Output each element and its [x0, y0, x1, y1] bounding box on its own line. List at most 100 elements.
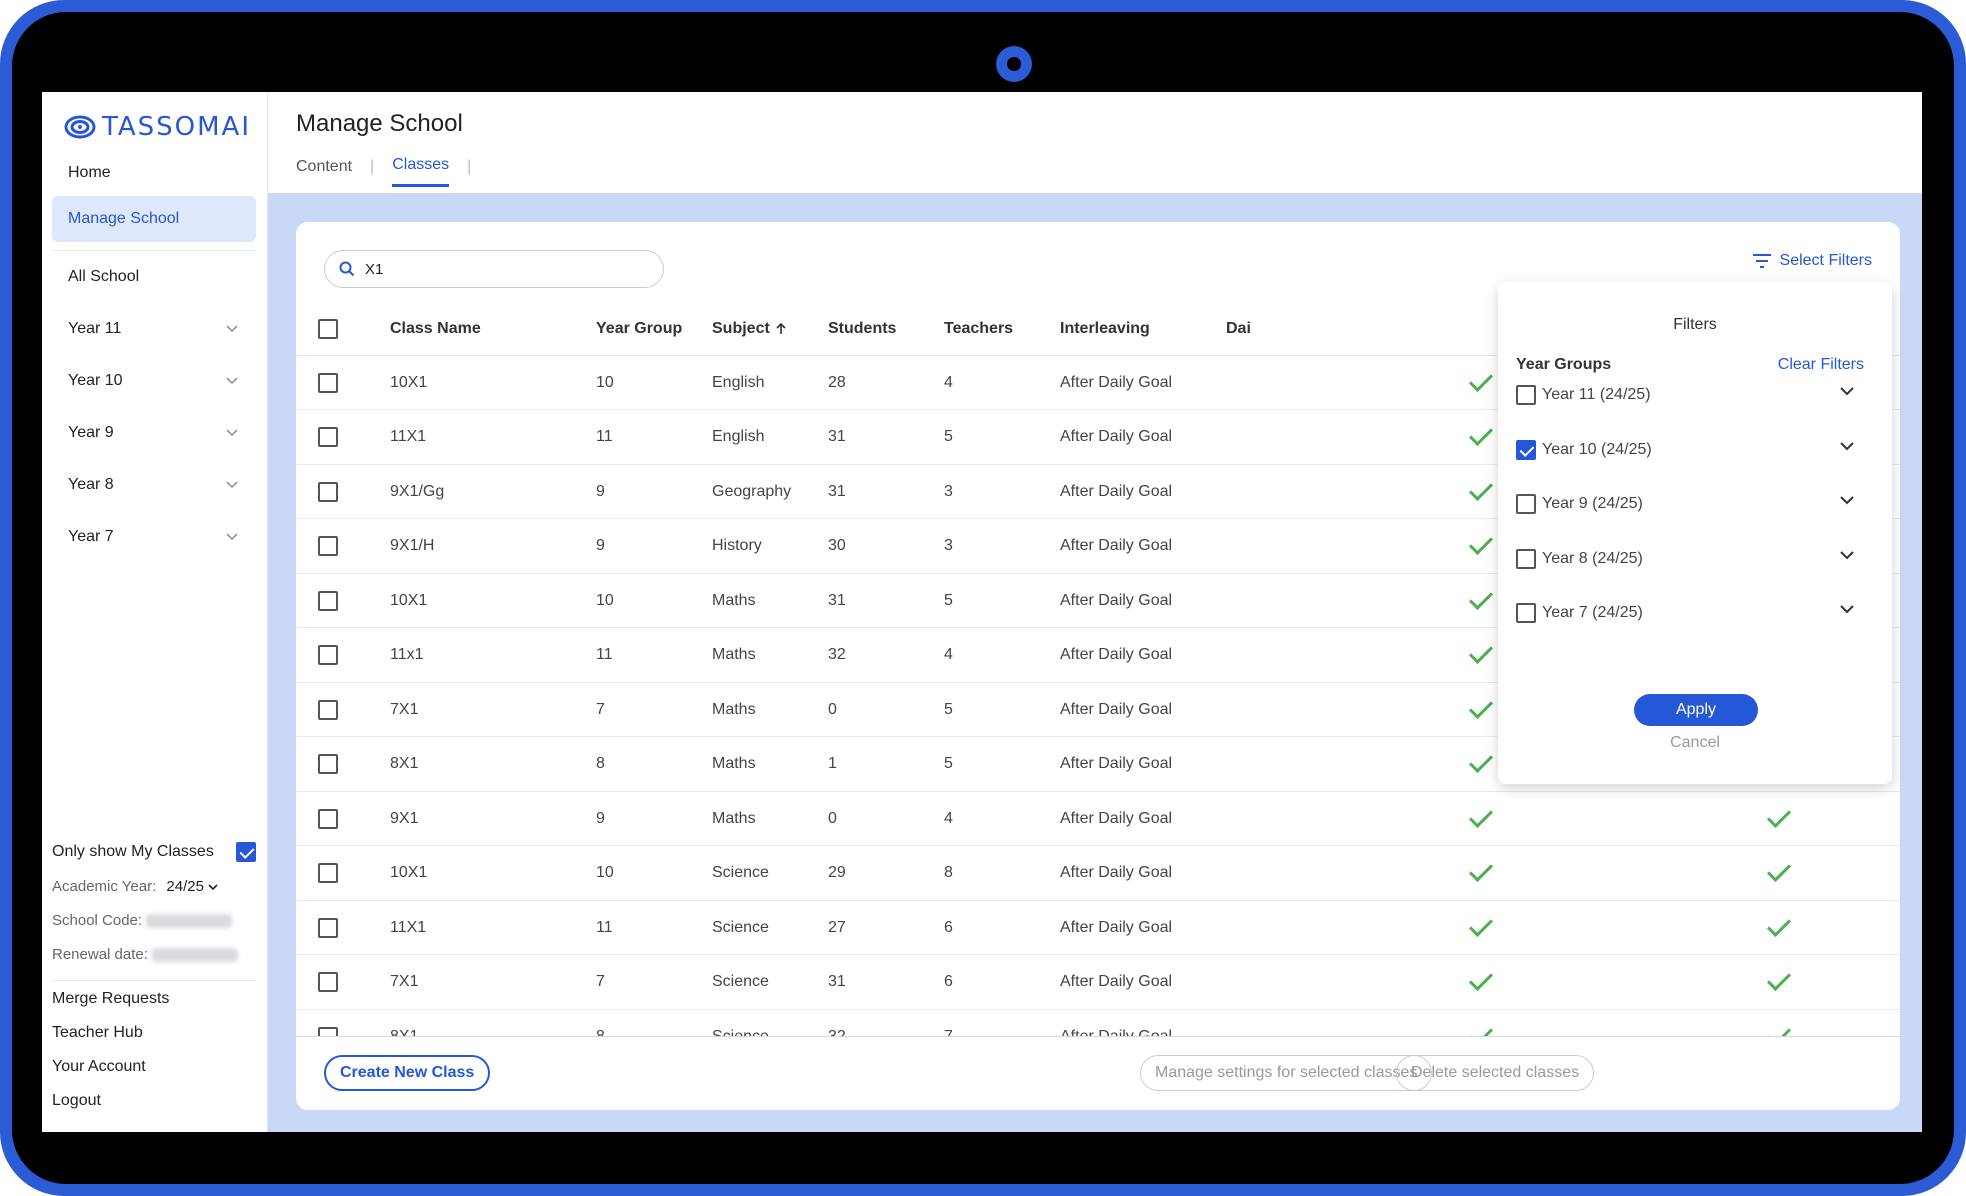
- table-row[interactable]: 8X1 8 Science 32 7 After Daily Goal: [296, 1010, 1900, 1036]
- cell-teachers: 4: [944, 646, 953, 663]
- cell-students: 32: [828, 1027, 846, 1037]
- apply-button[interactable]: Apply: [1634, 694, 1758, 726]
- nav-home[interactable]: Home: [52, 150, 256, 196]
- row-checkbox[interactable]: [318, 481, 338, 502]
- cell-name: 11X1: [390, 918, 427, 936]
- table-row[interactable]: 10X1 10 Science 29 8 After Daily Goal: [296, 847, 1900, 901]
- row-checkbox[interactable]: [318, 427, 338, 447]
- logo-icon: [64, 115, 96, 139]
- filter-year-item[interactable]: Year 8 (24/25): [1516, 544, 1872, 574]
- cell-subject: Science: [712, 973, 769, 990]
- row-checkbox[interactable]: [318, 699, 338, 720]
- card-footer: Create New Class Manage settings for sel…: [296, 1036, 1900, 1110]
- header-teachers[interactable]: Teachers: [944, 302, 1013, 355]
- sidebar: TASSOMAI Home Manage School All School Y…: [42, 92, 268, 1132]
- row-checkbox[interactable]: [318, 536, 338, 556]
- filter-checkbox[interactable]: [1516, 548, 1536, 569]
- manage-settings-button[interactable]: Manage settings for selected classes: [1140, 1055, 1433, 1091]
- sidebar-item-year[interactable]: Year 8: [52, 462, 256, 508]
- cell-teachers: 5: [944, 755, 953, 772]
- cell-year: 7: [596, 700, 605, 718]
- filter-checkbox[interactable]: [1516, 385, 1536, 405]
- cell-students: 32: [828, 646, 846, 663]
- chevron-down-icon[interactable]: [1840, 550, 1854, 560]
- header-daily[interactable]: Dai: [1226, 302, 1251, 355]
- check-icon: [1468, 966, 1494, 992]
- cell-students: 30: [828, 537, 846, 554]
- chevron-down-icon[interactable]: [1840, 441, 1854, 451]
- sidebar-item-year[interactable]: Year 11: [52, 306, 256, 352]
- delete-selected-button[interactable]: Delete selected classes: [1396, 1055, 1595, 1091]
- logo[interactable]: TASSOMAI: [64, 112, 251, 142]
- tab-classes[interactable]: Classes: [392, 156, 450, 187]
- sidebar-link[interactable]: Teacher Hub: [52, 1024, 143, 1042]
- school-code-label: School Code:: [52, 912, 143, 929]
- header-subject[interactable]: Subject: [712, 302, 786, 355]
- cell-subject: Science: [712, 918, 769, 936]
- select-filters-button[interactable]: Select Filters: [1752, 252, 1872, 270]
- row-checkbox[interactable]: [318, 808, 338, 829]
- sidebar-item-year[interactable]: Year 7: [52, 514, 256, 560]
- sidebar-link[interactable]: Logout: [52, 1092, 101, 1110]
- create-new-class-button[interactable]: Create New Class: [324, 1055, 491, 1091]
- filter-checkbox[interactable]: [1516, 439, 1536, 460]
- nav-all-school[interactable]: All School: [52, 254, 256, 300]
- check-icon: [1766, 966, 1792, 992]
- chevron-down-icon[interactable]: [1840, 604, 1854, 614]
- chevron-down-icon[interactable]: [1840, 495, 1854, 505]
- chevron-down-icon[interactable]: [1840, 386, 1854, 396]
- cancel-button[interactable]: Cancel: [1498, 734, 1892, 752]
- row-checkbox[interactable]: [318, 754, 338, 774]
- cell-subject: English: [712, 373, 765, 391]
- header-students[interactable]: Students: [828, 302, 896, 355]
- only-show-my-classes[interactable]: Only show My Classes: [52, 842, 256, 862]
- filter-year-item[interactable]: Year 7 (24/25): [1516, 598, 1872, 628]
- select-all-checkbox[interactable]: [318, 318, 338, 339]
- cell-interleaving: After Daily Goal: [1060, 646, 1173, 663]
- sidebar-item-year[interactable]: Year 10: [52, 358, 256, 404]
- row-checkbox[interactable]: [318, 972, 338, 992]
- filter-year-item[interactable]: Year 10 (24/25): [1516, 435, 1872, 465]
- check-icon: [1468, 585, 1494, 610]
- cell-name: 7X1: [390, 700, 419, 718]
- sidebar-item-year[interactable]: Year 9: [52, 410, 256, 456]
- row-checkbox[interactable]: [318, 645, 338, 665]
- cell-interleaving: After Daily Goal: [1060, 428, 1173, 445]
- cell-interleaving: After Daily Goal: [1060, 1027, 1173, 1037]
- row-checkbox[interactable]: [318, 372, 338, 393]
- daily-check-cell: [1468, 356, 1494, 409]
- row-checkbox[interactable]: [318, 863, 338, 883]
- daily-check-cell: [1468, 956, 1494, 1009]
- row-checkbox[interactable]: [318, 917, 338, 938]
- extra-check-cell: [1766, 956, 1792, 1009]
- tab-content[interactable]: Content: [296, 158, 352, 186]
- academic-year-select[interactable]: 24/25: [166, 878, 218, 895]
- table-row[interactable]: 11X1 11 Science 27 6 After Daily Goal: [296, 901, 1900, 955]
- check-icon: [1468, 639, 1494, 665]
- clear-filters-link[interactable]: Clear Filters: [1778, 356, 1864, 374]
- table-row[interactable]: 9X1 9 Maths 0 4 After Daily Goal: [296, 792, 1900, 846]
- daily-check-cell: [1468, 629, 1494, 682]
- chevron-down-icon: [226, 325, 238, 333]
- cell-interleaving: After Daily Goal: [1060, 973, 1173, 990]
- sidebar-link[interactable]: Your Account: [52, 1058, 146, 1076]
- header-interleaving[interactable]: Interleaving: [1060, 302, 1150, 355]
- cell-year: 9: [596, 809, 605, 827]
- search-input[interactable]: X1: [324, 250, 664, 288]
- only-show-checkbox[interactable]: [236, 842, 256, 862]
- cell-subject: Science: [712, 864, 769, 881]
- only-show-label: Only show My Classes: [52, 843, 214, 860]
- nav-manage-school[interactable]: Manage School: [52, 196, 256, 242]
- table-row[interactable]: 7X1 7 Science 31 6 After Daily Goal: [296, 956, 1900, 1010]
- row-checkbox[interactable]: [318, 1026, 338, 1036]
- cell-teachers: 5: [944, 428, 953, 445]
- sidebar-link[interactable]: Merge Requests: [52, 990, 169, 1008]
- filter-checkbox[interactable]: [1516, 603, 1536, 623]
- daily-check-cell: [1468, 574, 1494, 627]
- header-class-name[interactable]: Class Name: [390, 302, 481, 355]
- filter-year-item[interactable]: Year 11 (24/25): [1516, 380, 1872, 410]
- header-year-group[interactable]: Year Group: [596, 302, 682, 355]
- row-checkbox[interactable]: [318, 590, 338, 611]
- filter-checkbox[interactable]: [1516, 494, 1536, 514]
- filter-year-item[interactable]: Year 9 (24/25): [1516, 489, 1872, 519]
